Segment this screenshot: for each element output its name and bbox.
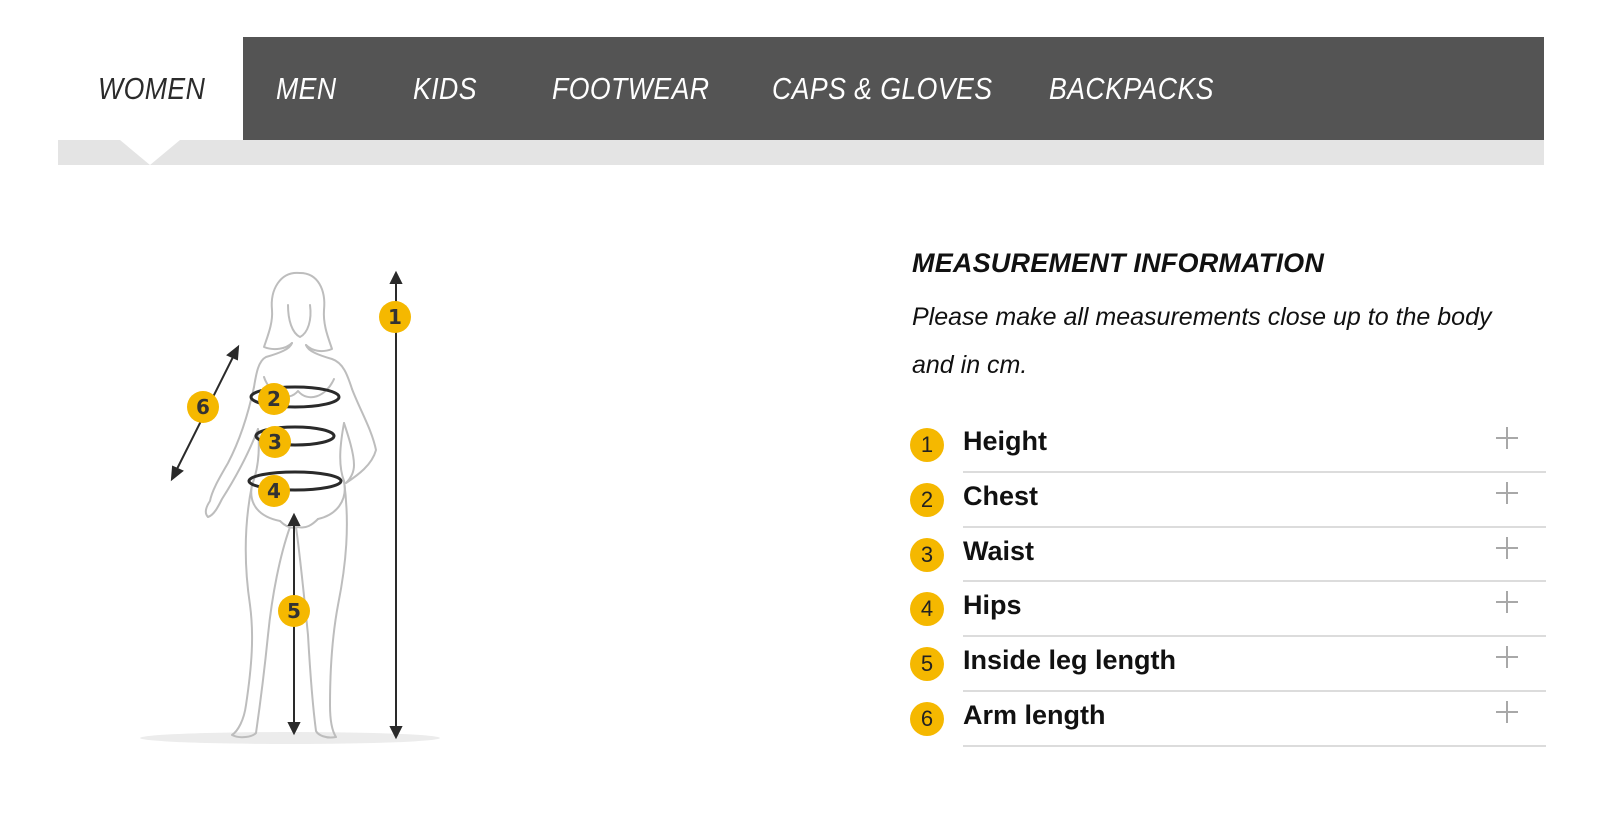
measurement-info-title: MEASUREMENT INFORMATION — [912, 248, 1325, 278]
measurement-label: Height — [963, 426, 1047, 456]
plus-icon[interactable] — [1494, 699, 1520, 725]
measurement-label: Hips — [963, 590, 1022, 621]
active-tab-pointer — [120, 140, 180, 165]
number-badge: 1 — [910, 428, 944, 462]
measurement-row-hips[interactable]: 4 Hips — [910, 582, 1546, 638]
svg-text:4: 4 — [267, 479, 281, 503]
row-divider — [963, 744, 1546, 747]
number-badge: 3 — [910, 537, 944, 572]
measurement-list: 1 Height 2 Chest 3 Waist 4 Hips 5 Inside… — [910, 418, 1546, 747]
svg-text:2: 2 — [267, 387, 281, 411]
tab-women[interactable]: WOMEN — [98, 37, 261, 140]
measurement-row-height[interactable]: 1 Height — [910, 418, 1546, 473]
measurement-row-inside-leg-length[interactable]: 5 Inside leg length — [910, 637, 1546, 692]
tab-footwear[interactable]: FOOTWEAR — [552, 37, 724, 140]
woman-silhouette-illustration: 1 2 3 4 5 6 — [140, 270, 440, 744]
measurement-label: Waist — [963, 535, 1035, 566]
svg-text:5: 5 — [287, 599, 301, 623]
measurement-information-section: MEASUREMENT INFORMATION Please make all … — [912, 248, 1546, 389]
plus-icon[interactable] — [1494, 535, 1520, 561]
measurement-label: Inside leg length — [963, 645, 1177, 676]
plus-icon[interactable] — [1494, 644, 1520, 670]
number-badge: 5 — [910, 647, 944, 682]
number-badge: 2 — [910, 482, 944, 517]
svg-text:3: 3 — [268, 430, 282, 454]
measurement-row-arm-length[interactable]: 6 Arm length — [910, 692, 1546, 747]
measurement-row-waist[interactable]: 3 Waist — [910, 528, 1546, 583]
plus-icon[interactable] — [1494, 589, 1520, 615]
measurement-row-chest[interactable]: 2 Chest — [910, 473, 1546, 528]
plus-icon[interactable] — [1494, 480, 1520, 506]
category-tab-bar: WOMEN MEN KIDS FOOTWEAR CAPS & GLOVES BA… — [58, 37, 1544, 140]
tab-indicator-strip — [58, 140, 1544, 165]
tab-caps-gloves[interactable]: CAPS & GLOVES — [772, 37, 1013, 140]
svg-text:6: 6 — [196, 395, 210, 419]
measurement-info-description: Please make all measurements close up to… — [912, 303, 1492, 379]
number-badge: 6 — [910, 701, 944, 736]
tab-backpacks[interactable]: BACKPACKS — [1049, 37, 1238, 140]
number-badge: 4 — [910, 592, 944, 627]
tab-kids[interactable]: KIDS — [413, 37, 516, 140]
tab-men[interactable]: MEN — [276, 37, 379, 140]
plus-icon[interactable] — [1494, 425, 1520, 451]
measurement-label: Chest — [963, 480, 1039, 511]
body-measurement-figure: 1 2 3 4 5 6 — [140, 265, 460, 765]
measurement-label: Arm length — [963, 699, 1106, 730]
svg-text:1: 1 — [388, 305, 402, 329]
